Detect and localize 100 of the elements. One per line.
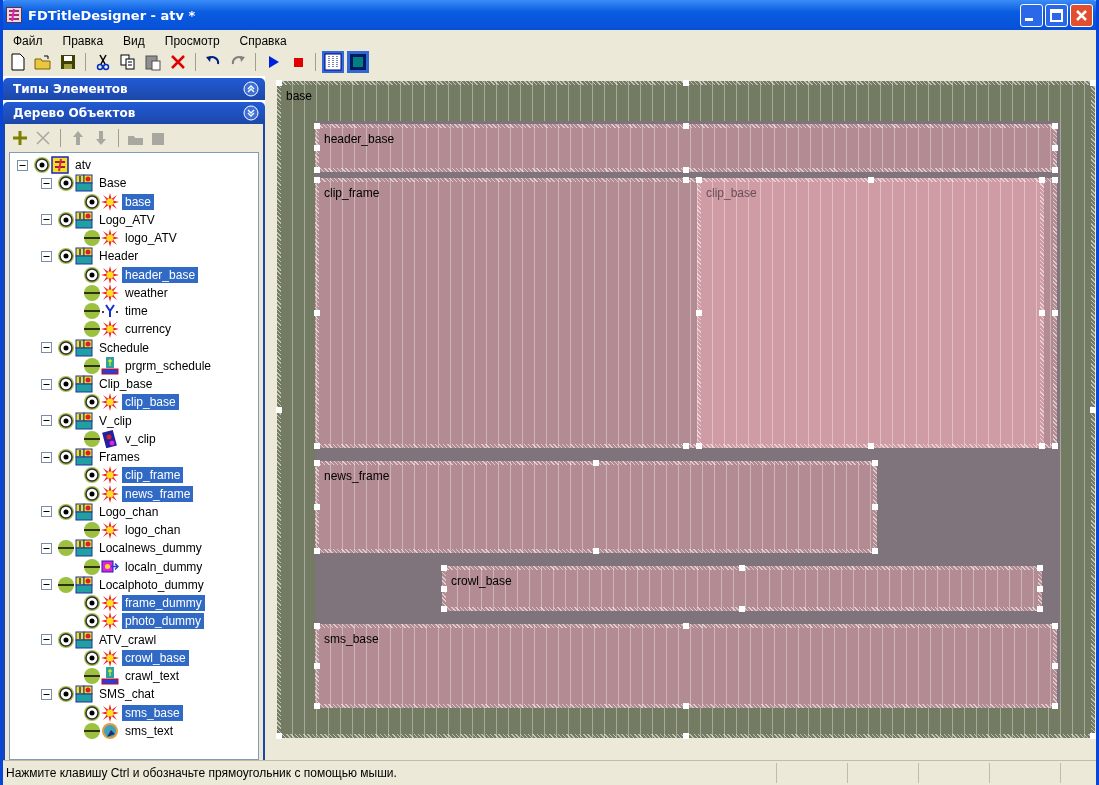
resize-handle[interactable] — [314, 663, 320, 669]
eye-icon[interactable] — [57, 247, 75, 266]
resize-handle[interactable] — [1052, 623, 1058, 629]
resize-handle[interactable] — [276, 80, 282, 86]
collapse-icon[interactable] — [41, 177, 52, 189]
eye-icon[interactable] — [83, 703, 101, 722]
collapse-icon[interactable] — [41, 214, 52, 226]
tree-item[interactable]: clip_frame — [122, 467, 184, 484]
resize-handle[interactable] — [867, 177, 874, 183]
tree-item[interactable]: localn_dummy — [122, 558, 206, 575]
hidden-icon[interactable] — [83, 302, 101, 321]
eye-icon[interactable] — [83, 594, 101, 613]
resize-handle[interactable] — [441, 565, 447, 571]
resize-handle[interactable] — [696, 310, 702, 316]
eye-icon[interactable] — [57, 630, 75, 649]
resize-handle[interactable] — [872, 548, 878, 554]
resize-handle[interactable] — [1039, 177, 1045, 183]
resize-handle[interactable] — [314, 145, 320, 151]
tree-item[interactable]: Schedule — [96, 339, 153, 356]
resize-handle[interactable] — [1039, 443, 1045, 449]
tree-item[interactable]: frame_dummy — [122, 595, 205, 612]
tree-item[interactable]: weather — [122, 284, 171, 301]
resize-handle[interactable] — [276, 406, 282, 413]
resize-handle[interactable] — [314, 443, 320, 449]
hidden-icon[interactable] — [83, 283, 101, 302]
hidden-icon[interactable] — [57, 539, 75, 558]
eye-icon[interactable] — [83, 612, 101, 631]
menu-item[interactable]: Справка — [233, 34, 301, 48]
tree-item[interactable]: photo_dummy — [122, 613, 205, 630]
resize-handle[interactable] — [314, 623, 320, 629]
resize-handle[interactable] — [739, 606, 745, 612]
tree-item[interactable]: ATV_crawl — [96, 631, 160, 648]
resize-handle[interactable] — [1052, 145, 1058, 151]
tree-item[interactable]: Localphoto_dummy — [96, 576, 207, 593]
hidden-icon[interactable] — [83, 557, 101, 576]
resize-handle[interactable] — [314, 504, 320, 510]
hidden-icon[interactable] — [83, 429, 101, 448]
collapse-icon[interactable] — [41, 506, 52, 518]
resize-handle[interactable] — [441, 585, 447, 592]
resize-handle[interactable] — [1037, 565, 1043, 571]
resize-handle[interactable] — [1090, 80, 1096, 86]
hidden-icon[interactable] — [83, 521, 101, 540]
resize-handle[interactable] — [1039, 310, 1045, 316]
tree-item[interactable]: Localnews_dummy — [96, 540, 205, 557]
tree-item[interactable]: news_frame — [122, 485, 194, 502]
fill-tool-button[interactable] — [347, 51, 369, 73]
resize-handle[interactable] — [696, 177, 702, 183]
resize-handle[interactable] — [314, 703, 320, 709]
menu-item[interactable]: Вид — [117, 34, 159, 48]
resize-handle[interactable] — [739, 565, 745, 571]
resize-handle[interactable] — [683, 623, 689, 629]
panel-header[interactable]: Типы Элементов — [3, 78, 265, 100]
resize-handle[interactable] — [872, 460, 878, 466]
tree-item[interactable]: SMS_chat — [96, 686, 158, 703]
menu-item[interactable]: Файл — [7, 34, 57, 48]
resize-handle[interactable] — [1037, 585, 1043, 592]
tree-item[interactable]: Clip_base — [96, 376, 156, 393]
canvas-element[interactable]: base header_base clip_frame clip_base news_frame crowl_base sms_base — [277, 81, 1095, 738]
hidden-icon[interactable] — [83, 320, 101, 339]
resize-handle[interactable] — [276, 733, 282, 739]
resize-handle[interactable] — [1052, 703, 1058, 709]
eye-icon[interactable] — [57, 411, 75, 430]
eye-icon[interactable] — [83, 192, 101, 211]
tree-item[interactable]: Header — [96, 248, 142, 265]
close-button[interactable] — [1070, 3, 1093, 27]
eye-icon[interactable] — [57, 338, 75, 357]
tree-item[interactable]: logo_ATV — [122, 230, 180, 247]
collapse-icon[interactable] — [41, 634, 52, 646]
resize-handle[interactable] — [314, 460, 320, 466]
resize-handle[interactable] — [683, 123, 689, 129]
tree-item[interactable]: clip_base — [122, 394, 179, 411]
resize-handle[interactable] — [872, 504, 878, 510]
collapse-icon[interactable] — [17, 159, 28, 171]
resize-handle[interactable] — [1052, 123, 1058, 129]
tree-item[interactable]: Base — [96, 175, 130, 192]
collapse-icon[interactable] — [41, 542, 52, 554]
tree-item[interactable]: header_base — [122, 266, 199, 283]
tree-item[interactable]: sms_base — [122, 704, 183, 721]
maximize-button[interactable] — [1045, 3, 1068, 27]
resize-handle[interactable] — [441, 606, 447, 612]
menu-item[interactable]: Правка — [56, 34, 118, 48]
eye-icon[interactable] — [57, 375, 75, 394]
collapse-icon[interactable] — [41, 342, 52, 354]
hidden-icon[interactable] — [83, 721, 101, 740]
resize-handle[interactable] — [1052, 443, 1058, 449]
resize-handle[interactable] — [696, 443, 702, 449]
eye-icon[interactable] — [83, 648, 101, 667]
eye-icon[interactable] — [57, 502, 75, 521]
eye-icon[interactable] — [57, 210, 75, 229]
collapse-icon[interactable] — [41, 415, 52, 427]
canvas-element[interactable]: sms_base — [315, 624, 1057, 708]
hidden-icon[interactable] — [57, 575, 75, 594]
tree-item[interactable]: Frames — [96, 449, 143, 466]
hidden-icon[interactable] — [83, 356, 101, 375]
collapse-icon[interactable] — [41, 451, 52, 463]
eye-icon[interactable] — [83, 265, 101, 284]
menu-item[interactable]: Просмотр — [158, 34, 234, 48]
grid-tool-button[interactable] — [322, 51, 344, 73]
resize-handle[interactable] — [683, 443, 689, 449]
eye-icon[interactable] — [57, 174, 75, 193]
